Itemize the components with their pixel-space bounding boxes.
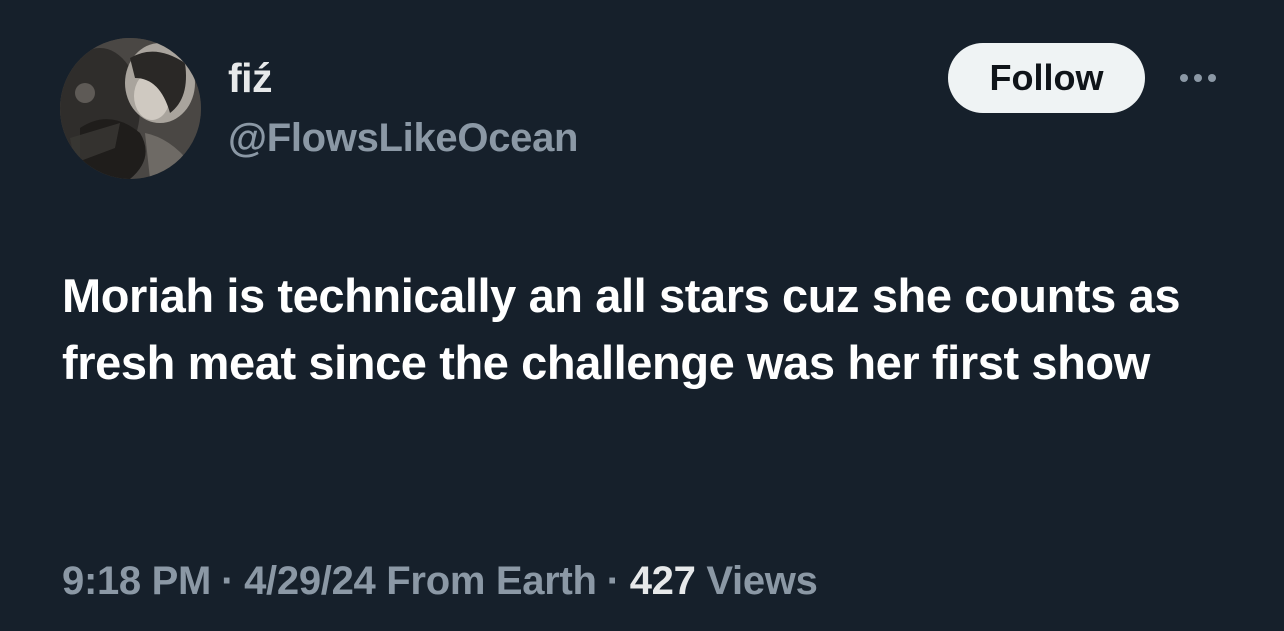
tweet-meta: 9:18 PM · 4/29/24 From Earth · 427 Views — [62, 555, 818, 607]
avatar-photo-icon — [60, 38, 201, 179]
meta-separator: · — [221, 559, 235, 603]
more-dots-icon — [1208, 74, 1216, 82]
follow-button[interactable]: Follow — [948, 43, 1145, 113]
more-dots-icon — [1194, 74, 1202, 82]
views-label: Views — [706, 559, 818, 603]
meta-separator: · — [606, 559, 620, 603]
tweet-text: Moriah is technically an all stars cuz s… — [62, 269, 1181, 389]
tweet-time[interactable]: 9:18 PM — [62, 559, 211, 603]
tweet-source: From Earth — [386, 559, 597, 603]
user-handle[interactable]: @FlowsLikeOcean — [228, 114, 578, 162]
more-options-button[interactable] — [1170, 60, 1226, 96]
display-name[interactable]: fiź — [228, 54, 273, 102]
tweet-date[interactable]: 4/29/24 — [244, 559, 376, 603]
tweet-card: fiź @FlowsLikeOcean Follow Moriah is tec… — [0, 0, 1284, 631]
views-count: 427 — [629, 559, 696, 603]
more-dots-icon — [1180, 74, 1188, 82]
avatar[interactable] — [60, 38, 201, 179]
